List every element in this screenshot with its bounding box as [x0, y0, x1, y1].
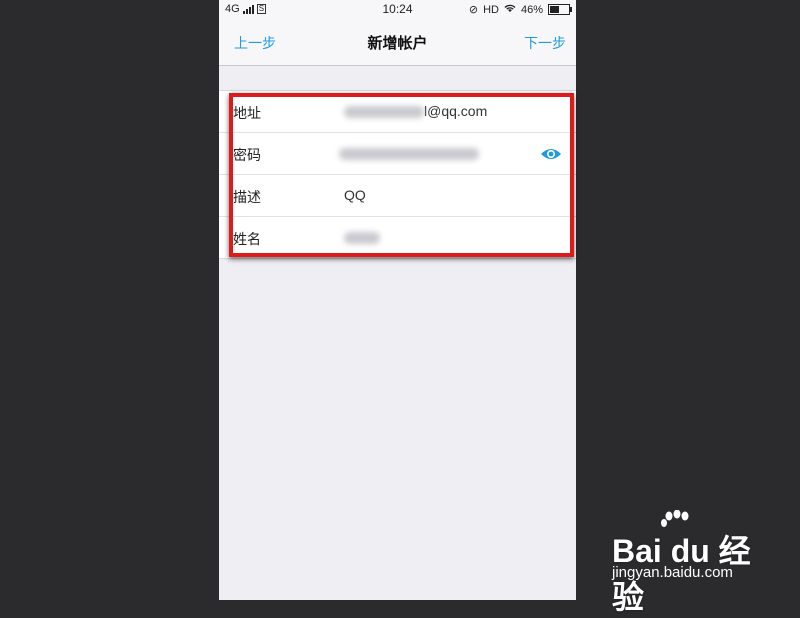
battery-percent: 46%: [520, 3, 543, 16]
baidu-jingyan-watermark: Bai du 经验 jingyan.baidu.com: [612, 510, 762, 615]
phone-screen: 4G S 10:24 ⊘ HD 46% 上一步 新增帐户 下一步 地址 l@qq…: [219, 0, 576, 600]
navigation-bar: 上一步 新增帐户 下一步: [219, 18, 576, 66]
mute-icon: ⊘: [468, 4, 479, 16]
status-bar: 4G S 10:24 ⊘ HD 46%: [219, 0, 576, 18]
highlight-box: [229, 93, 574, 257]
battery-icon: [548, 4, 572, 15]
hd-label: HD: [483, 3, 499, 16]
watermark-url: jingyan.baidu.com: [612, 564, 733, 581]
page-title: 新增帐户: [367, 35, 428, 52]
wifi-icon: [504, 4, 516, 16]
next-button[interactable]: 下一步: [524, 33, 566, 53]
status-right: ⊘ HD 46%: [468, 3, 572, 16]
